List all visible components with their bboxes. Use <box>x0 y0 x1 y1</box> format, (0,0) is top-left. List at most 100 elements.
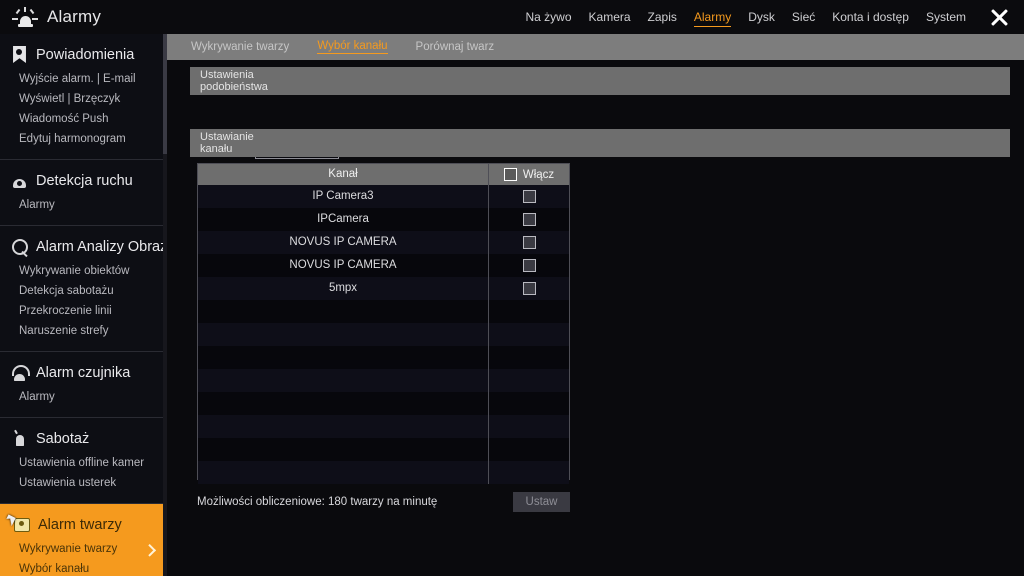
row-enable-checkbox[interactable] <box>522 259 536 272</box>
table-row[interactable] <box>198 300 569 323</box>
main-content: Wykrywanie twarzy Wybór kanału Porównaj … <box>167 34 1024 576</box>
siren-icon <box>12 7 38 27</box>
sidebar-group-header[interactable]: Alarm Analizy Obrazu <box>0 234 163 261</box>
topnav-item-kamera[interactable]: Kamera <box>589 8 631 26</box>
cell-channel-name <box>198 346 489 369</box>
cell-channel-name <box>198 415 489 438</box>
table-row[interactable] <box>198 392 569 415</box>
cell-channel-name: 5mpx <box>198 277 489 300</box>
mouse-cursor <box>6 514 16 523</box>
tab-wybor-kanalu[interactable]: Wybór kanału <box>317 40 388 54</box>
sidebar-group-label: Alarm Analizy Obrazu <box>36 238 163 255</box>
cell-enable <box>489 300 569 323</box>
cell-channel-name <box>198 438 489 461</box>
sidebar-group-label: Alarm twarzy <box>38 516 122 533</box>
sensor-icon <box>11 364 30 381</box>
sidebar-group-alarm-analizy-obrazu[interactable]: Alarm Analizy Obrazu Wykrywanie obiektów… <box>0 226 163 352</box>
table-row[interactable]: IPCamera <box>198 208 569 231</box>
set-button[interactable]: Ustaw <box>513 492 570 512</box>
sidebar-item-alarmy-ruch[interactable]: Alarmy <box>0 195 163 215</box>
sidebar-item-wyjscie-alarm-email[interactable]: Wyjście alarm. | E-mail <box>0 69 163 89</box>
section-header-channel: Ustawianie kanału <box>190 129 1010 157</box>
sidebar-item-wybor-kanalu[interactable]: Wybór kanału <box>0 559 163 576</box>
table-row[interactable] <box>198 369 569 392</box>
topnav-item-alarmy[interactable]: Alarmy <box>693 8 732 27</box>
section-header-channel-line1: Ustawianie <box>200 130 254 143</box>
sidebar-group-label: Powiadomienia <box>36 46 135 63</box>
sidebar-item-detekcja-sabotazu[interactable]: Detekcja sabotażu <box>0 281 163 301</box>
sidebar-item-wyswietl-brzeczyk[interactable]: Wyświetl | Brzęczyk <box>0 89 163 109</box>
table-row[interactable] <box>198 415 569 438</box>
tab-porownaj-twarz[interactable]: Porównaj twarz <box>416 41 495 54</box>
table-row[interactable]: 5mpx <box>198 277 569 300</box>
topnav-item-na-zywo[interactable]: Na żywo <box>526 8 572 26</box>
capacity-status-text: Możliwości obliczeniowe: 180 twarzy na m… <box>197 496 438 508</box>
sidebar-group-powiadomienia[interactable]: Powiadomienia Wyjście alarm. | E-mail Wy… <box>0 34 163 160</box>
cell-enable <box>489 277 569 300</box>
sidebar-group-label: Sabotaż <box>36 430 90 447</box>
cell-channel-name: IP Camera3 <box>198 185 489 208</box>
cell-enable <box>489 231 569 254</box>
topnav-item-zapis[interactable]: Zapis <box>648 8 677 26</box>
row-enable-checkbox[interactable] <box>522 190 536 203</box>
sidebar-group-header[interactable]: Alarm twarzy <box>0 512 163 539</box>
sidebar-item-alarmy-czujnik[interactable]: Alarmy <box>0 387 163 407</box>
section-header-similarity-line1: Ustawienia <box>200 68 254 81</box>
close-icon[interactable] <box>988 6 1010 28</box>
table-row[interactable] <box>198 461 569 484</box>
topnav-item-siec[interactable]: Sieć <box>792 8 815 26</box>
sidebar-item-naruszenie-strefy[interactable]: Naruszenie strefy <box>0 321 163 341</box>
cell-enable <box>489 323 569 346</box>
table-row[interactable] <box>198 438 569 461</box>
sidebar-group-alarm-twarzy[interactable]: Alarm twarzy Wykrywanie twarzy Wybór kan… <box>0 504 163 576</box>
table-row[interactable] <box>198 346 569 369</box>
cell-channel-name <box>198 461 489 484</box>
sidebar-item-wiadomosc-push[interactable]: Wiadomość Push <box>0 109 163 129</box>
sidebar-group-header[interactable]: Sabotaż <box>0 426 163 453</box>
topnav-item-konta-i-dostep[interactable]: Konta i dostęp <box>832 8 909 26</box>
cell-enable <box>489 208 569 231</box>
cell-enable <box>489 415 569 438</box>
table-row[interactable]: IP Camera3 <box>198 185 569 208</box>
top-bar: Alarmy Na żywo Kamera Zapis Alarmy Dysk … <box>0 0 1024 34</box>
cell-channel-name: IPCamera <box>198 208 489 231</box>
cell-enable <box>489 461 569 484</box>
sidebar-item-ustawienia-offline-kamer[interactable]: Ustawienia offline kamer <box>0 453 163 473</box>
topnav-item-dysk[interactable]: Dysk <box>748 8 775 26</box>
table-row[interactable]: NOVUS IP CAMERA <box>198 254 569 277</box>
sidebar-item-edytuj-harmonogram[interactable]: Edytuj harmonogram <box>0 129 163 149</box>
sidebar-group-header[interactable]: Powiadomienia <box>0 42 163 69</box>
row-enable-checkbox[interactable] <box>522 236 536 249</box>
row-enable-checkbox[interactable] <box>522 213 536 226</box>
sidebar-group-detekcja-ruchu[interactable]: Detekcja ruchu Alarmy <box>0 160 163 226</box>
cell-channel-name <box>198 369 489 392</box>
sidebar-group-sabotaz[interactable]: Sabotaż Ustawienia offline kamer Ustawie… <box>0 418 163 504</box>
cell-channel-name <box>198 392 489 415</box>
sidebar-group-header[interactable]: Alarm czujnika <box>0 360 163 387</box>
top-navigation: Na żywo Kamera Zapis Alarmy Dysk Sieć Ko… <box>526 0 1024 34</box>
table-row[interactable] <box>198 323 569 346</box>
column-header-wlacz: Włącz <box>489 164 569 185</box>
topnav-item-system[interactable]: System <box>926 8 966 26</box>
sidebar-group-label: Alarm czujnika <box>36 364 131 381</box>
sidebar-group-label: Detekcja ruchu <box>36 172 133 189</box>
app-identity: Alarmy <box>0 7 101 27</box>
channel-table: Kanał Włącz IP Camera3 IPCamera NOVUS IP C… <box>197 163 570 484</box>
cell-enable <box>489 185 569 208</box>
tab-wykrywanie-twarzy[interactable]: Wykrywanie twarzy <box>191 41 289 54</box>
cell-channel-name: NOVUS IP CAMERA <box>198 254 489 277</box>
select-all-checkbox[interactable] <box>503 168 517 181</box>
section-header-channel-line2: kanału <box>200 143 233 155</box>
sidebar-group-header[interactable]: Detekcja ruchu <box>0 168 163 195</box>
sidebar-item-wykrywanie-obiektow[interactable]: Wykrywanie obiektów <box>0 261 163 281</box>
sidebar-item-przekroczenie-linii[interactable]: Przekroczenie linii <box>0 301 163 321</box>
row-enable-checkbox[interactable] <box>522 282 536 295</box>
table-row[interactable]: NOVUS IP CAMERA <box>198 231 569 254</box>
sidebar-item-wykrywanie-twarzy[interactable]: Wykrywanie twarzy <box>0 539 163 559</box>
footer-row: Możliwości obliczeniowe: 180 twarzy na m… <box>197 492 570 512</box>
sidebar-item-ustawienia-usterek[interactable]: Ustawienia usterek <box>0 473 163 493</box>
cell-channel-name <box>198 323 489 346</box>
tab-bar: Wykrywanie twarzy Wybór kanału Porównaj … <box>167 34 1024 60</box>
sidebar-group-alarm-czujnika[interactable]: Alarm czujnika Alarmy <box>0 352 163 418</box>
section-header-similarity-line2: podobieństwa <box>200 81 268 93</box>
